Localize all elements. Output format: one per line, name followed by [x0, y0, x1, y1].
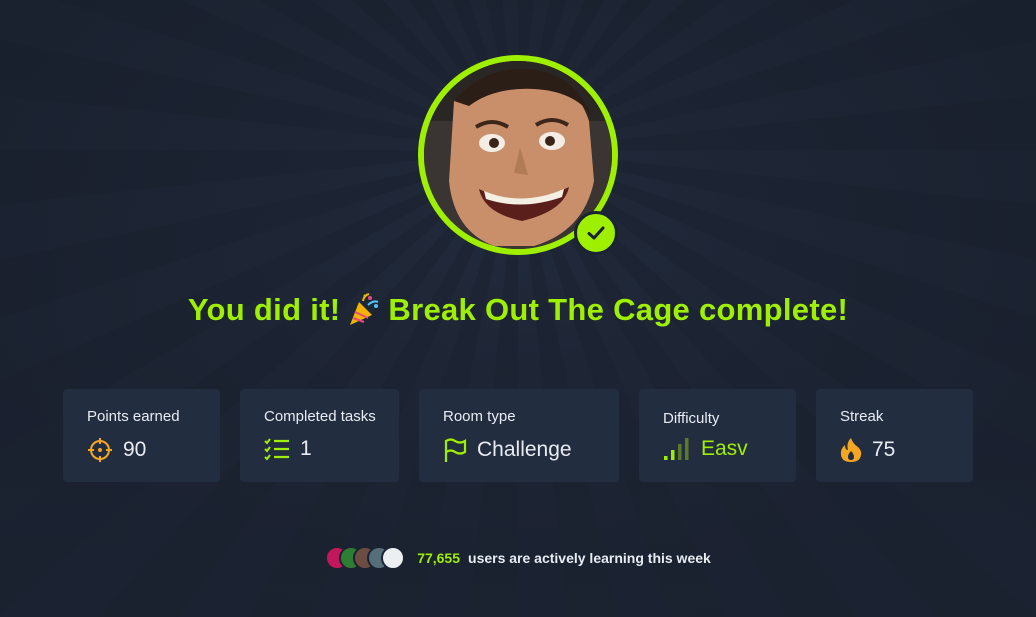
- active-users-text: users are actively learning this week: [468, 550, 711, 566]
- difficulty-label: Difficulty: [663, 410, 720, 427]
- user-avatar: [381, 546, 406, 570]
- completed-tasks-card: Completed tasks 1: [240, 389, 399, 482]
- signal-bars-icon: [664, 438, 689, 460]
- points-earned-card: Points earned 90: [63, 389, 220, 482]
- completed-tasks-value: 1: [300, 437, 312, 460]
- user-avatars-stack: [325, 546, 406, 570]
- fire-icon: [840, 438, 862, 462]
- streak-value: 75: [872, 438, 896, 461]
- completion-headline: You did it! Break Out The Cage complete!: [0, 292, 1036, 328]
- room-type-value: Challenge: [477, 438, 572, 461]
- points-earned-value: 90: [123, 438, 147, 461]
- difficulty-value: Easv: [701, 437, 748, 460]
- crosshair-icon: [88, 438, 112, 462]
- room-type-label: Room type: [443, 408, 516, 425]
- streak-label: Streak: [840, 408, 884, 425]
- points-earned-label: Points earned: [87, 408, 180, 425]
- completed-check-badge: [574, 211, 618, 255]
- completed-tasks-label: Completed tasks: [264, 408, 376, 425]
- room-avatar-wrapper: [418, 55, 618, 255]
- party-popper-icon: [346, 292, 382, 328]
- headline-you-did-it: You did it!: [187, 292, 341, 327]
- check-icon: [587, 226, 605, 240]
- streak-card: Streak 75: [816, 389, 973, 482]
- active-users-banner: 77,655 users are actively learning this …: [0, 546, 1036, 570]
- flag-icon: [444, 438, 467, 462]
- difficulty-card: Difficulty Easv: [639, 389, 796, 482]
- checklist-icon: [264, 438, 289, 461]
- active-users-count: 77,655: [417, 550, 461, 566]
- headline-room-complete: Break Out The Cage complete!: [388, 292, 849, 327]
- room-type-card: Room type Challenge: [419, 389, 619, 482]
